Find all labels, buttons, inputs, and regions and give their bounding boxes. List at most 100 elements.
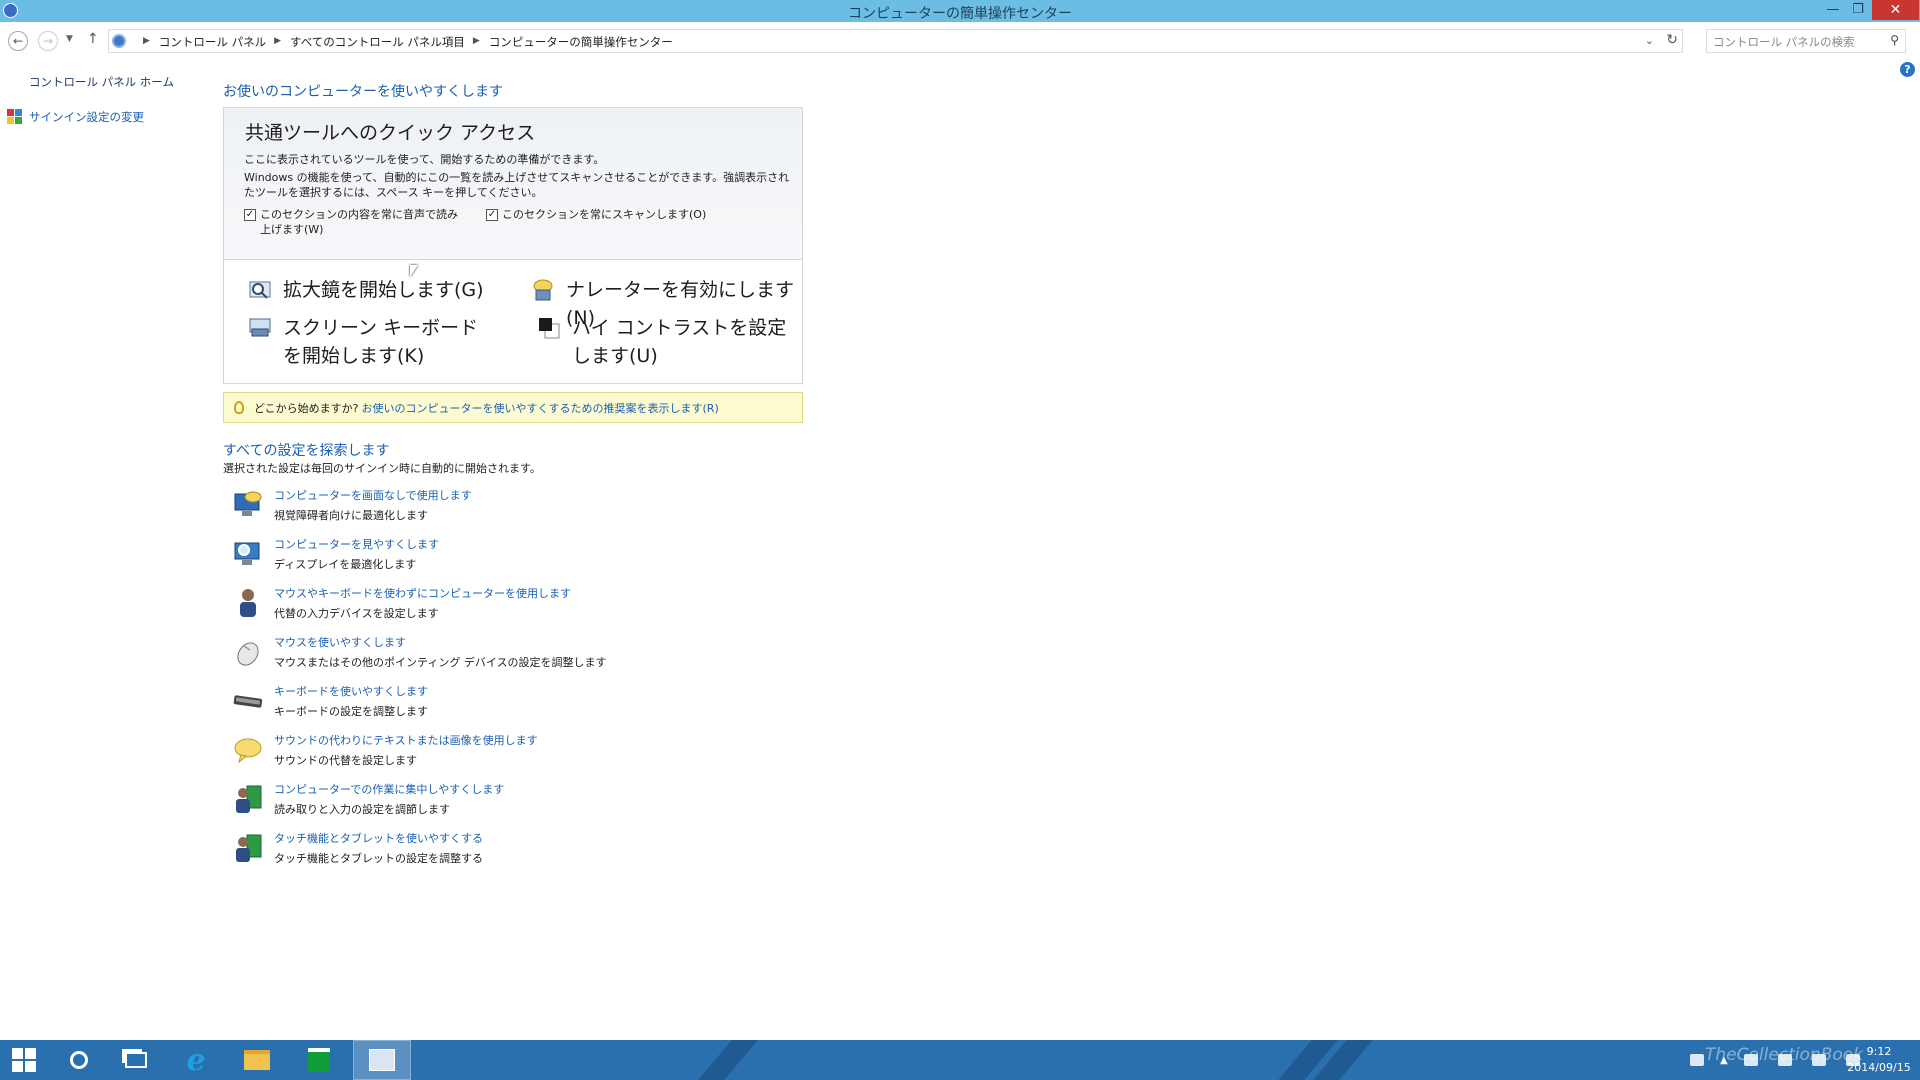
narrator-icon <box>532 279 554 301</box>
recommendations-link[interactable]: お使いのコンピューターを使いやすくするための推奨案を表示します(R) <box>362 400 719 416</box>
taskbar-stripe <box>698 1040 758 1080</box>
address-bar: ← → ▼ ↑ ▶ コントロール パネル ▶ すべてのコントロール パネル項目 … <box>0 22 1920 58</box>
list-item[interactable]: コンピューターでの作業に集中しやすくします 読み取りと入力の設定を調節します <box>232 780 652 820</box>
task-view-button[interactable] <box>112 1040 160 1080</box>
breadcrumb-control-panel[interactable]: コントロール パネル <box>159 34 266 50</box>
scan-checkbox[interactable]: ✓ このセクションを常にスキャンします(O) <box>486 207 706 222</box>
keyboard-icon <box>232 685 264 717</box>
quick-access-description: ここに表示されているツールを使って、開始するための準備ができます。 <box>244 153 605 166</box>
address-dropdown-button[interactable]: ⌄ <box>1645 34 1654 47</box>
forward-button[interactable]: → <box>38 31 58 51</box>
tip-text: どこから始めますか? <box>254 401 359 415</box>
quick-access-scan-description: Windows の機能を使って、自動的にこの一覧を読み上げさせてスキャンさせるこ… <box>244 171 790 199</box>
setting-title[interactable]: タッチ機能とタブレットを使いやすくする <box>274 830 483 846</box>
breadcrumb-chevron-icon[interactable]: ▶ <box>143 34 150 50</box>
recommendation-tip-bar: どこから始めますか? お使いのコンピューターを使いやすくするための推奨案を表示し… <box>223 392 803 423</box>
back-button[interactable]: ← <box>8 31 28 51</box>
forward-arrow-icon: → <box>42 34 54 48</box>
breadcrumb-chevron-icon[interactable]: ▶ <box>274 34 281 50</box>
quick-access-panel: 共通ツールへのクイック アクセス ここに表示されているツールを使って、開始するた… <box>223 107 803 384</box>
refresh-icon: ↻ <box>1666 32 1678 48</box>
internet-explorer-icon: e <box>186 1042 206 1078</box>
taskbar-search-button[interactable] <box>55 1040 103 1080</box>
store-icon <box>308 1048 330 1072</box>
watermark: TheCollectionBook <box>1705 1045 1864 1065</box>
lightbulb-icon <box>234 401 244 414</box>
setting-description: 代替の入力デバイスを設定します <box>274 607 439 620</box>
start-button[interactable] <box>0 1040 48 1080</box>
help-icon[interactable]: ? <box>1900 62 1915 77</box>
start-onscreen-keyboard-button[interactable]: スクリーン キーボードを開始します(K) <box>249 314 494 370</box>
scan-label: このセクションを常にスキャンします(O) <box>502 208 707 221</box>
high-contrast-icon <box>538 317 560 339</box>
start-magnifier-button[interactable]: 拡大鏡を開始します(G) <box>249 276 484 304</box>
address-field[interactable]: ▶ コントロール パネル ▶ すべてのコントロール パネル項目 ▶ コンピュータ… <box>108 29 1683 53</box>
setting-description: キーボードの設定を調整します <box>274 705 428 718</box>
set-high-contrast-button[interactable]: ハイ コントラストを設定します(U) <box>538 314 800 370</box>
setting-title[interactable]: マウスやキーボードを使わずにコンピューターを使用します <box>274 585 571 601</box>
setting-title[interactable]: コンピューターでの作業に集中しやすくします <box>274 781 504 797</box>
list-item[interactable]: マウスやキーボードを使わずにコンピューターを使用します 代替の入力デバイスを設定… <box>232 584 652 624</box>
mouse-cursor-icon <box>410 265 418 277</box>
setting-title[interactable]: サウンドの代わりにテキストまたは画像を使用します <box>274 732 538 748</box>
setting-description: 読み取りと入力の設定を調節します <box>274 803 450 816</box>
setting-description: マウスまたはその他のポインティング デバイスの設定を調整します <box>274 656 607 669</box>
list-item[interactable]: サウンドの代わりにテキストまたは画像を使用します サウンドの代替を設定します <box>232 731 652 771</box>
checkbox-checked-icon[interactable]: ✓ <box>486 209 498 221</box>
list-item[interactable]: コンピューターを画面なしで使用します 視覚障碍者向けに最適化します <box>232 486 652 526</box>
checkbox-checked-icon[interactable]: ✓ <box>244 209 256 221</box>
breadcrumb-all-items[interactable]: すべてのコントロール パネル項目 <box>290 34 465 50</box>
breadcrumb-ease-of-access[interactable]: コンピューターの簡単操作センター <box>489 34 673 50</box>
magnifier-label: 拡大鏡を開始します(G) <box>283 279 484 301</box>
speech-bubble-icon <box>232 734 264 766</box>
store-button[interactable] <box>295 1040 343 1080</box>
person-icon <box>232 587 264 619</box>
signin-settings-link[interactable]: サインイン設定の変更 <box>7 109 144 125</box>
people-icon <box>232 783 264 815</box>
restore-button[interactable]: ❐ <box>1845 0 1871 20</box>
setting-description: タッチ機能とタブレットの設定を調整する <box>274 852 483 865</box>
control-panel-taskbar-button[interactable] <box>353 1040 411 1080</box>
mouse-icon <box>232 636 264 668</box>
search-placeholder: コントロール パネルの検索 <box>1713 35 1855 49</box>
control-panel-icon <box>369 1049 395 1071</box>
search-icon <box>70 1051 88 1069</box>
high-contrast-label: ハイ コントラストを設定します(U) <box>572 317 787 367</box>
folder-icon <box>244 1050 270 1070</box>
setting-description: ディスプレイを最適化します <box>274 558 417 571</box>
setting-description: サウンドの代替を設定します <box>274 754 417 767</box>
magnifier-icon <box>249 279 271 301</box>
setting-title[interactable]: コンピューターを見やすくします <box>274 536 439 552</box>
list-item[interactable]: キーボードを使いやすくします キーボードの設定を調整します <box>232 682 652 722</box>
read-aloud-label: このセクションの内容を常に音声で読み上げます(W) <box>260 208 458 236</box>
setting-title[interactable]: キーボードを使いやすくします <box>274 683 428 699</box>
quick-access-title: 共通ツールへのクイック アクセス <box>245 122 536 144</box>
taskbar: e ▲ 9:12 2014/09/15 <box>0 1040 1920 1080</box>
up-arrow-icon: ↑ <box>87 31 99 47</box>
search-input[interactable]: コントロール パネルの検索 ⚲ <box>1706 29 1906 53</box>
control-panel-icon <box>112 34 126 48</box>
setting-title[interactable]: マウスを使いやすくします <box>274 634 406 650</box>
minimize-button[interactable]: — <box>1820 0 1846 20</box>
refresh-button[interactable]: ↻ <box>1666 32 1678 48</box>
setting-title[interactable]: コンピューターを画面なしで使用します <box>274 487 472 503</box>
list-item[interactable]: コンピューターを見やすくします ディスプレイを最適化します <box>232 535 652 575</box>
list-item[interactable]: マウスを使いやすくします マウスまたはその他のポインティング デバイスの設定を調… <box>232 633 652 673</box>
breadcrumb-chevron-icon[interactable]: ▶ <box>473 34 480 50</box>
recent-locations-button[interactable]: ▼ <box>66 34 73 44</box>
signin-settings-label: サインイン設定の変更 <box>29 110 144 124</box>
control-panel-home-link[interactable]: コントロール パネル ホーム <box>29 74 174 90</box>
windows-logo-icon <box>12 1048 36 1072</box>
read-aloud-checkbox[interactable]: ✓ このセクションの内容を常に音声で読み上げます(W) <box>244 207 459 237</box>
search-icon[interactable]: ⚲ <box>1890 33 1899 47</box>
monitor-audio-icon <box>232 489 264 521</box>
list-item[interactable]: タッチ機能とタブレットを使いやすくする タッチ機能とタブレットの設定を調整する <box>232 829 652 869</box>
onscreen-keyboard-label: スクリーン キーボードを開始します(K) <box>283 317 479 367</box>
close-button[interactable]: ✕ <box>1872 0 1919 20</box>
internet-explorer-button[interactable]: e <box>172 1040 220 1080</box>
file-explorer-button[interactable] <box>233 1040 281 1080</box>
shield-icon <box>7 109 22 125</box>
up-button[interactable]: ↑ <box>87 31 99 47</box>
task-view-icon <box>125 1052 147 1068</box>
notification-icon[interactable] <box>1690 1054 1704 1066</box>
